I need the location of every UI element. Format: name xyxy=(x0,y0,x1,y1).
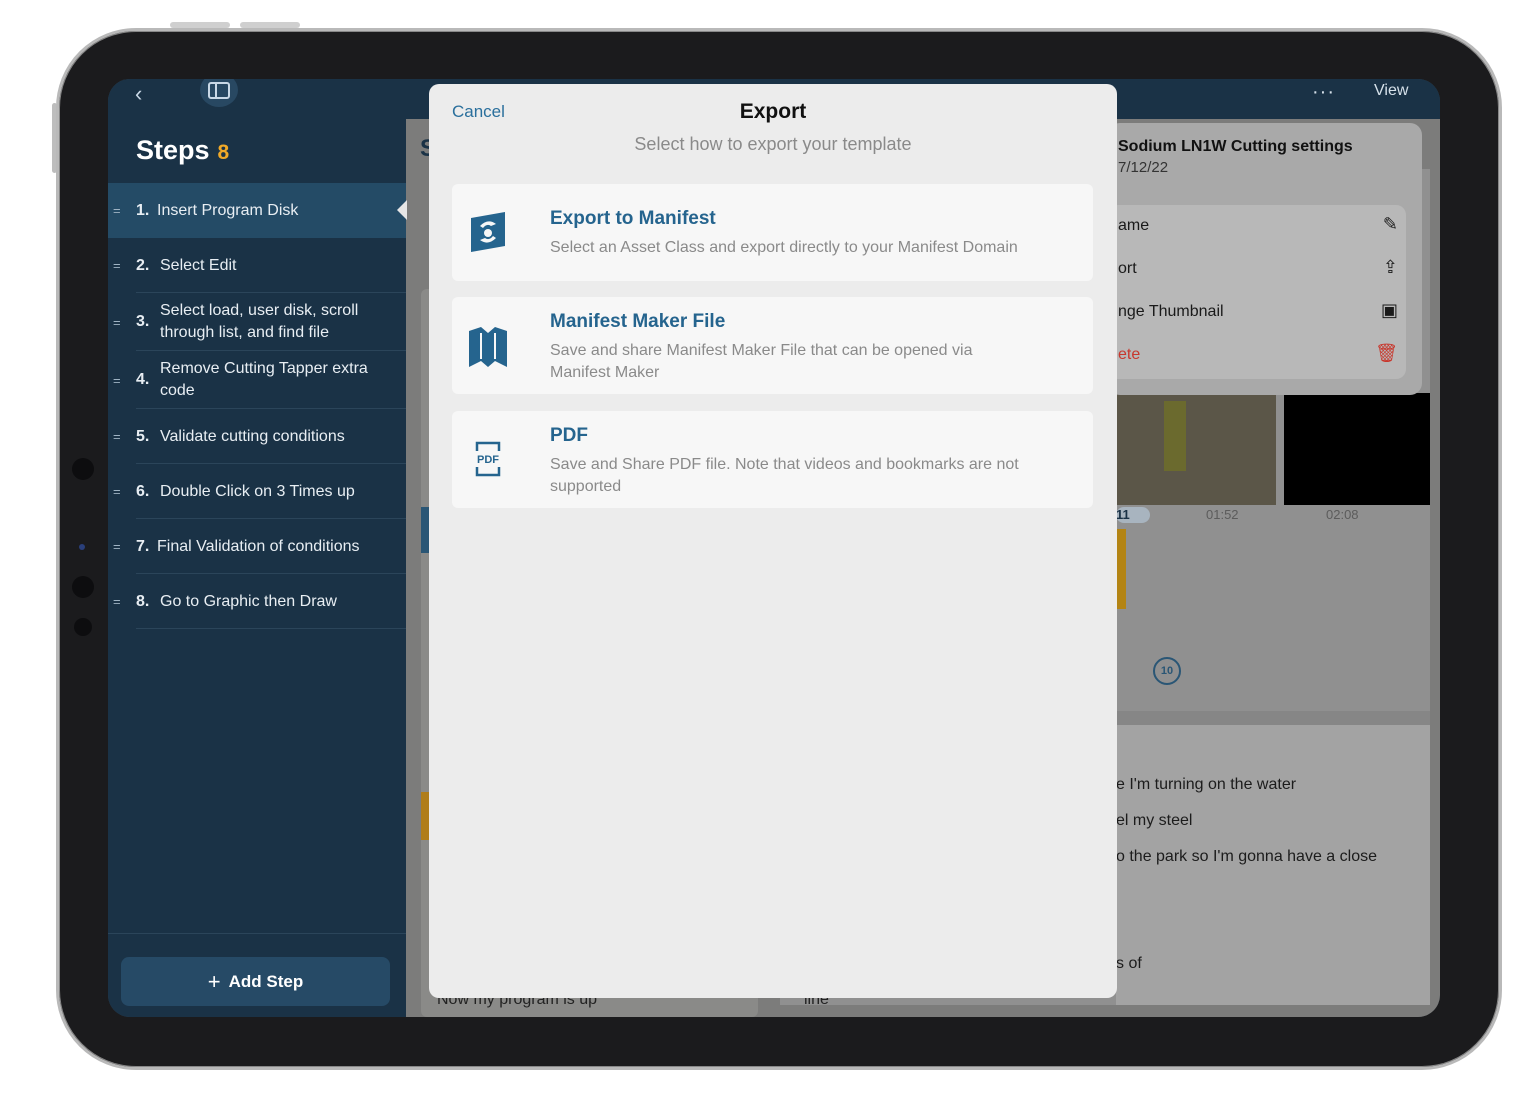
step-label: Validate cutting conditions xyxy=(160,427,345,445)
pdf-option[interactable]: PDF PDF Save and Share PDF file. Note th… xyxy=(452,411,1093,508)
step-label: Double Click on 3 Times up xyxy=(160,482,355,500)
step-number: 8. xyxy=(136,592,150,610)
forward-10-icon[interactable]: 10 xyxy=(1153,657,1181,685)
camera xyxy=(72,458,94,480)
transcript-line: el my steel xyxy=(1116,812,1193,829)
step-item-6[interactable]: = 6. Double Click on 3 Times up xyxy=(108,464,406,519)
step-item-5[interactable]: = 5. Validate cutting conditions xyxy=(108,409,406,464)
step-number: 1. xyxy=(136,201,150,219)
step-label: Final Validation of conditions xyxy=(157,537,360,555)
camera xyxy=(74,618,92,636)
modal-title: Export xyxy=(739,100,807,123)
step-label: Insert Program Disk xyxy=(157,201,299,219)
timeline-current: 11 xyxy=(1116,507,1150,523)
drag-handle-icon[interactable]: = xyxy=(113,594,121,609)
step-item-4[interactable]: = 4. Remove Cutting Tapper extra code xyxy=(108,351,406,409)
steps-list: = 1. Insert Program Disk = 2. Select Edi… xyxy=(108,183,407,629)
manifest-logo-icon xyxy=(468,212,508,252)
option-title: Export to Manifest xyxy=(550,208,716,229)
step-item-1[interactable]: = 1. Insert Program Disk xyxy=(108,183,407,238)
svg-text:PDF: PDF xyxy=(477,454,499,466)
menu-item-label: ame xyxy=(1118,217,1150,234)
drag-handle-icon[interactable]: = xyxy=(113,429,121,444)
menu-item-rename[interactable]: ame ✎ xyxy=(1118,205,1406,248)
video-timeline[interactable]: 11 01:52 02:08 xyxy=(1116,507,1430,523)
timeline-marker: 02:08 xyxy=(1326,507,1359,522)
selection-pointer xyxy=(397,200,407,220)
step-number: 4. xyxy=(136,371,150,388)
sidebar-toggle-icon[interactable] xyxy=(200,79,238,107)
step-accent xyxy=(421,792,429,840)
option-title: PDF xyxy=(550,425,588,446)
export-modal: Cancel Export Select how to export your … xyxy=(429,84,1117,998)
step-label: Remove Cutting Tapper extra code xyxy=(160,360,368,399)
image-icon: ▣ xyxy=(1380,300,1398,320)
step-item-8[interactable]: = 8. Go to Graphic then Draw xyxy=(108,574,406,629)
timeline-marker: 01:52 xyxy=(1206,507,1239,522)
drag-handle-icon[interactable]: = xyxy=(113,315,121,330)
camera-sensor xyxy=(79,544,85,550)
menu-item-label: nge Thumbnail xyxy=(1118,303,1224,320)
transcript-line: s of xyxy=(1116,955,1142,972)
back-chevron-icon[interactable]: ‹ xyxy=(135,81,142,107)
menu-date: 7/12/22 xyxy=(1118,159,1169,176)
step-number: 2. xyxy=(136,256,150,274)
option-description: Save and share Manifest Maker File that … xyxy=(550,342,973,381)
step-number: 5. xyxy=(136,427,150,445)
video-thumbnail[interactable] xyxy=(1284,393,1430,505)
menu-title: Sodium LN1W Cutting settings xyxy=(1118,138,1353,155)
step-label: Select load, user disk, scroll through l… xyxy=(160,302,359,341)
add-step-button[interactable]: + Add Step xyxy=(121,957,390,1006)
drag-handle-icon[interactable]: = xyxy=(113,258,121,273)
option-title: Manifest Maker File xyxy=(550,311,726,332)
step-accent xyxy=(421,507,429,553)
plus-icon: + xyxy=(207,968,221,994)
menu-item-label: ete xyxy=(1118,346,1141,363)
menu-item-delete[interactable]: ete 🗑 xyxy=(1118,334,1406,377)
pencil-icon: ✎ xyxy=(1382,214,1398,234)
transcript-line: e I'm turning on the water xyxy=(1116,776,1297,793)
step-item-3[interactable]: = 3. Select load, user disk, scroll thro… xyxy=(108,293,406,351)
drag-handle-icon[interactable]: = xyxy=(113,373,121,388)
camera xyxy=(72,576,94,598)
steps-sidebar: ‹ Steps 8 = 1. Insert Program Disk = 2. S… xyxy=(108,79,407,1017)
divider xyxy=(1116,711,1430,725)
sidebar-title: Steps 8 xyxy=(136,135,229,166)
drag-handle-icon[interactable]: = xyxy=(113,203,121,218)
manifest-maker-file-option[interactable]: Manifest Maker File Save and share Manif… xyxy=(452,297,1093,394)
transcript-line: o the park so I'm gonna have a close xyxy=(1116,848,1377,865)
option-description: Save and Share PDF file. Note that video… xyxy=(550,456,1019,495)
menu-item-export[interactable]: ort ⇪ xyxy=(1118,248,1406,291)
step-number: 3. xyxy=(136,313,150,330)
view-button[interactable]: View xyxy=(1374,82,1408,100)
video-thumbnail[interactable] xyxy=(1116,393,1276,505)
modal-subtitle: Select how to export your template xyxy=(634,134,912,154)
drag-handle-icon[interactable]: = xyxy=(113,539,121,554)
step-item-2[interactable]: = 2. Select Edit xyxy=(108,238,406,293)
step-label: Select Edit xyxy=(160,256,237,274)
menu-item-change-thumbnail[interactable]: nge Thumbnail ▣ xyxy=(1118,291,1406,334)
export-to-manifest-option[interactable]: Export to Manifest Select an Asset Class… xyxy=(452,184,1093,281)
more-options-icon[interactable]: ··· xyxy=(1312,81,1335,104)
menu-item-label: ort xyxy=(1118,260,1137,277)
manifest-maker-icon xyxy=(468,327,508,367)
trash-icon: 🗑 xyxy=(1375,343,1398,363)
bookmark-marker xyxy=(1116,529,1126,609)
divider xyxy=(108,933,406,934)
step-count: 8 xyxy=(217,141,230,164)
sidebar-title-text: Steps xyxy=(136,135,210,165)
share-icon: ⇪ xyxy=(1382,257,1398,277)
add-step-label: Add Step xyxy=(228,971,304,991)
step-number: 7. xyxy=(136,537,150,555)
step-item-7[interactable]: = 7. Final Validation of conditions xyxy=(108,519,406,574)
drag-handle-icon[interactable]: = xyxy=(113,484,121,499)
step-number: 6. xyxy=(136,482,150,500)
pdf-icon: PDF xyxy=(468,439,508,479)
step-label: Go to Graphic then Draw xyxy=(160,592,337,610)
option-description: Select an Asset Class and export directl… xyxy=(550,239,1018,256)
